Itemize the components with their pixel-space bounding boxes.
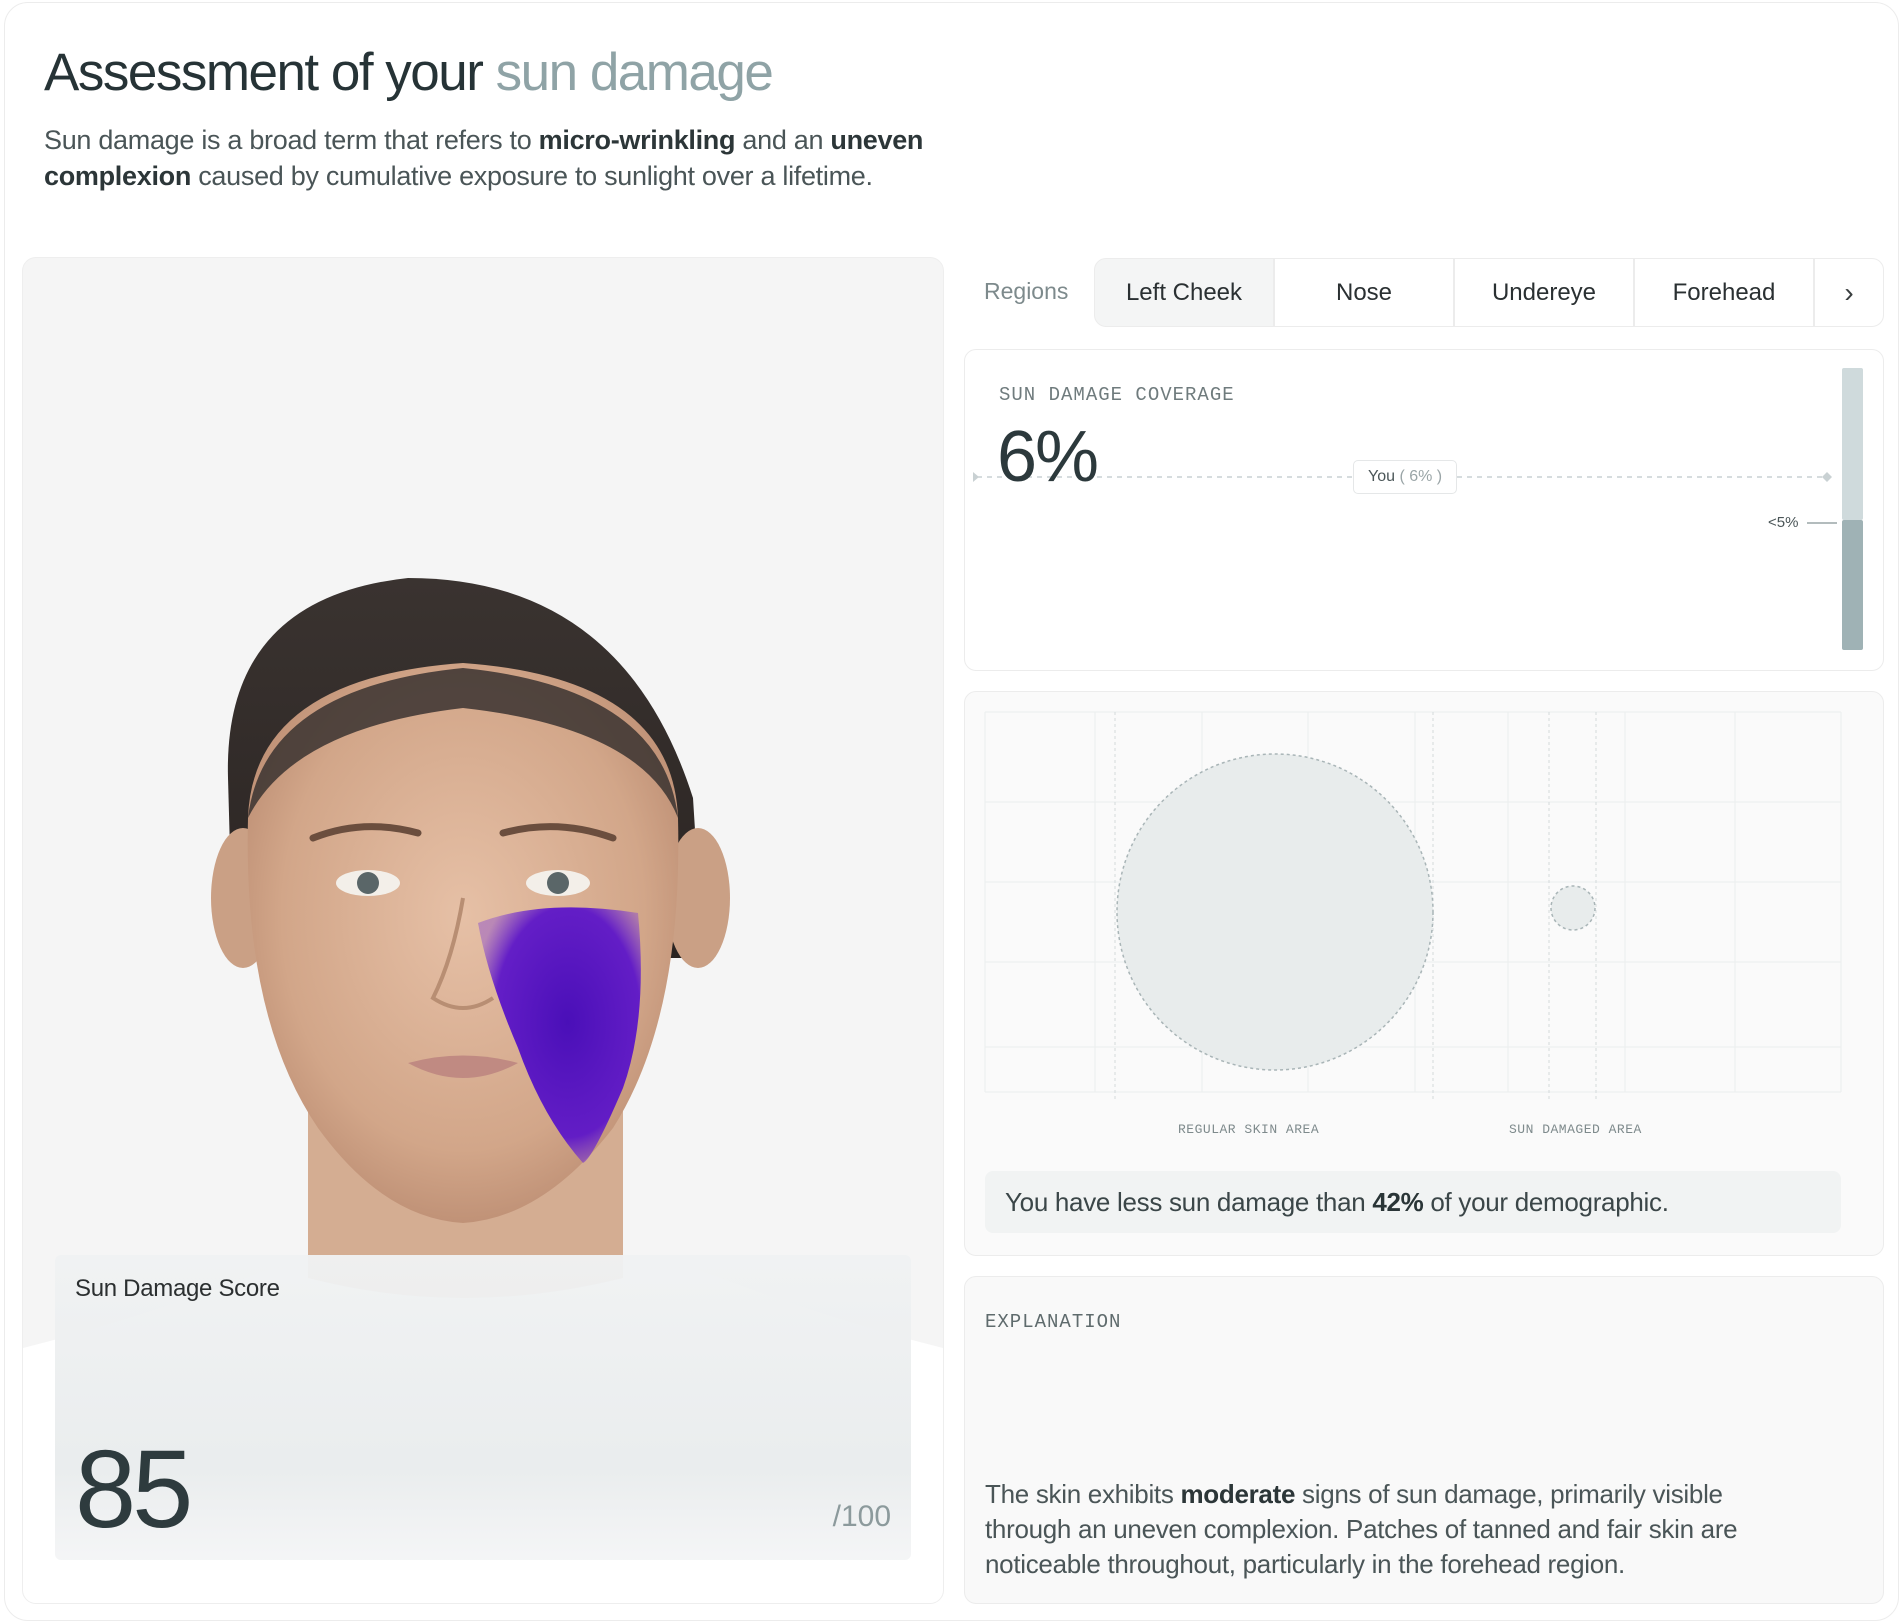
sun-damaged-label: SUN DAMAGED AREA [1509, 1122, 1642, 1137]
region-tabs: Regions Left Cheek Nose Undereye Forehea… [962, 258, 1884, 327]
score-value: 85 [75, 1428, 193, 1551]
explanation-text: The skin exhibits moderate signs of sun … [985, 1477, 1745, 1582]
tab-nose[interactable]: Nose [1274, 258, 1454, 327]
intro-part: Sun damage is a broad term that refers t… [44, 125, 539, 155]
demo-prefix: You have less sun damage than [1005, 1187, 1373, 1217]
demo-suffix: of your demographic. [1423, 1187, 1669, 1217]
you-pill: You ( 6% ) [1353, 460, 1458, 494]
face-photo-panel: Sun Damage Score 85 /100 [22, 257, 944, 1604]
tab-forehead[interactable]: Forehead [1634, 258, 1814, 327]
marker-start-arrow [973, 472, 979, 482]
explanation-caption: EXPLANATION [985, 1311, 1122, 1333]
gauge-upper [1842, 368, 1863, 520]
tab-left-cheek[interactable]: Left Cheek [1094, 258, 1274, 327]
title-accent: sun damage [495, 43, 774, 102]
explanation-card: EXPLANATION The skin exhibits moderate s… [964, 1276, 1884, 1604]
area-comparison-chart [984, 711, 1842, 1102]
intro-part: caused by cumulative exposure to sunligh… [191, 161, 873, 191]
score-card: Sun Damage Score 85 /100 [55, 1255, 911, 1560]
coverage-value: 6% [997, 417, 1099, 497]
tab-undereye[interactable]: Undereye [1454, 258, 1634, 327]
score-label: Sun Damage Score [75, 1275, 280, 1302]
marker-end-diamond [1822, 472, 1832, 482]
intro-text: Sun damage is a broad term that refers t… [44, 122, 944, 194]
threshold-label: <5% [1768, 514, 1799, 531]
chevron-right-icon: › [1844, 277, 1854, 308]
title-main: Assessment of your [44, 43, 484, 102]
regular-skin-label: REGULAR SKIN AREA [1178, 1122, 1320, 1137]
demographic-statement: You have less sun damage than 42% of you… [985, 1171, 1841, 1233]
tabs-next-button[interactable]: › [1814, 258, 1884, 327]
regions-label: Regions [984, 278, 1069, 304]
sun-damaged-circle [1550, 885, 1596, 931]
intro-bold: micro-wrinkling [538, 125, 736, 155]
explanation-part: The skin exhibits [985, 1479, 1181, 1509]
comparison-card: REGULAR SKIN AREA SUN DAMAGED AREA You h… [964, 691, 1884, 1256]
coverage-caption: SUN DAMAGE COVERAGE [999, 384, 1235, 406]
regular-skin-circle [1116, 753, 1434, 1071]
page-title: Assessment of your sun damage [44, 42, 774, 103]
score-max: /100 [832, 1500, 891, 1533]
coverage-card: SUN DAMAGE COVERAGE 6% You ( 6% ) <5% [964, 349, 1884, 671]
you-value: ( 6% ) [1399, 468, 1443, 485]
demo-percent: 42% [1372, 1187, 1424, 1217]
intro-part: and an [735, 125, 831, 155]
explanation-bold: moderate [1180, 1479, 1296, 1509]
gauge-lower [1842, 520, 1863, 650]
you-label: You [1368, 468, 1395, 485]
